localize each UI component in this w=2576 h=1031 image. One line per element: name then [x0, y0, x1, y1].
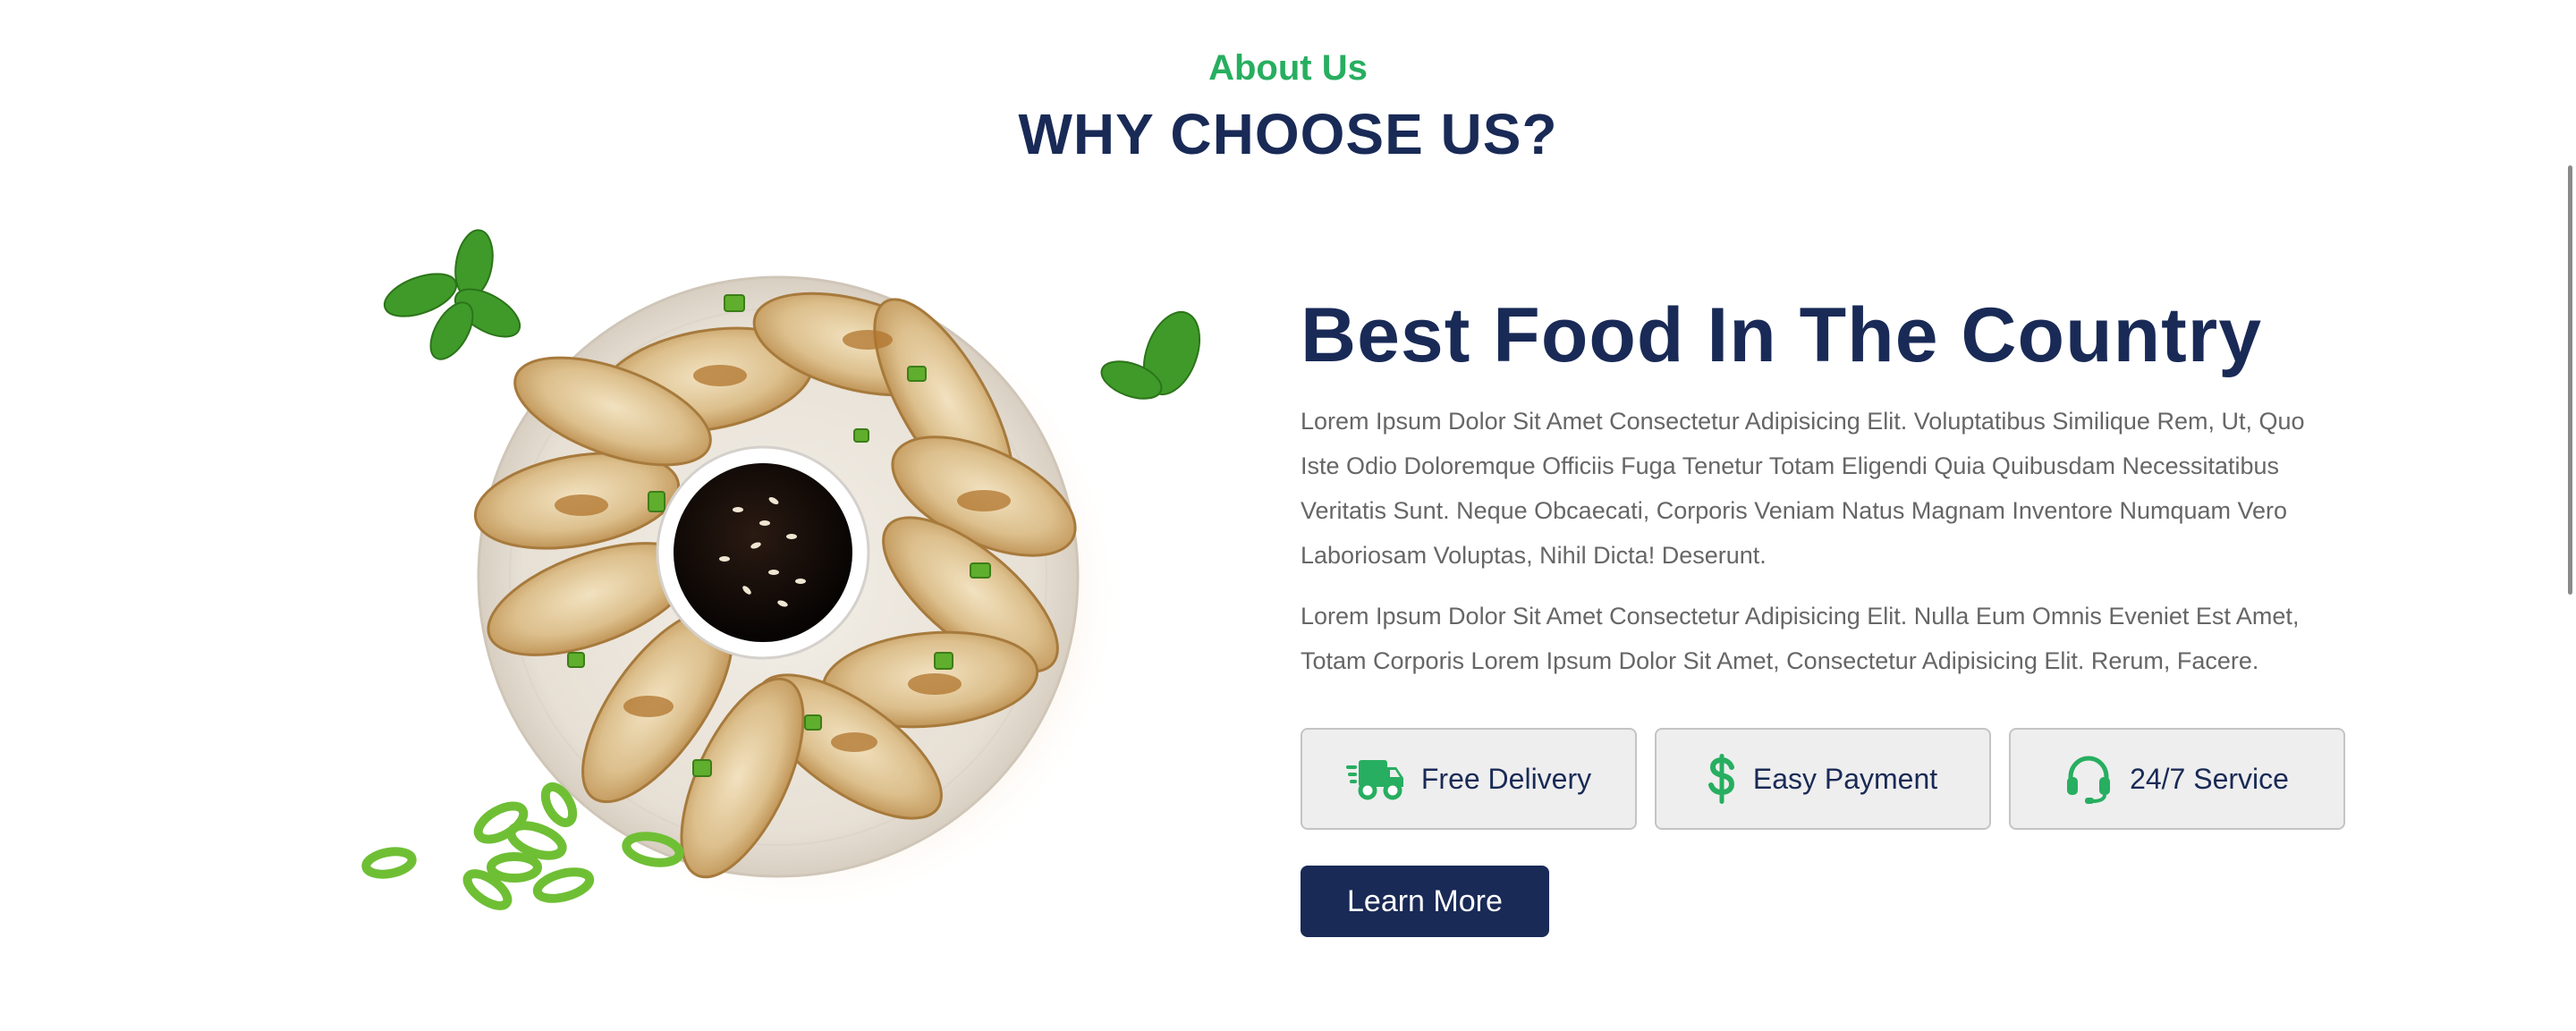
- section-heading: About Us WHY CHOOSE US?: [0, 39, 2576, 172]
- feature-easy-payment[interactable]: Easy Payment: [1655, 728, 1991, 830]
- dumplings-plate-image: [353, 206, 1230, 975]
- learn-more-button[interactable]: Learn More: [1301, 866, 1549, 937]
- scrollbar-thumb[interactable]: [2568, 165, 2572, 595]
- page-scrollbar[interactable]: [2563, 0, 2576, 1031]
- feature-24-7-service[interactable]: 24/7 Service: [2009, 728, 2345, 830]
- feature-label: Easy Payment: [1752, 762, 1938, 795]
- feature-label: 24/7 Service: [2130, 762, 2289, 795]
- about-content: Best Food In The Country Lorem Ipsum Dol…: [1301, 286, 2347, 937]
- feature-list: Free Delivery Easy Payment 24/7 Service: [1301, 728, 2347, 830]
- content-title: Best Food In The Country: [1301, 292, 2263, 378]
- feature-label: Free Delivery: [1420, 762, 1592, 795]
- section-subtitle: About Us: [1208, 48, 1368, 88]
- dollar-sign-icon: [1707, 754, 1735, 804]
- about-paragraph-1: Lorem Ipsum Dolor Sit Amet Consectetur A…: [1301, 408, 2305, 569]
- about-paragraph-2: Lorem Ipsum Dolor Sit Amet Consectetur A…: [1301, 603, 2300, 674]
- shipping-fast-icon: [1345, 756, 1403, 801]
- headset-icon: [2065, 754, 2112, 804]
- section-title: WHY CHOOSE US?: [1018, 102, 1558, 166]
- feature-free-delivery[interactable]: Free Delivery: [1301, 728, 1637, 830]
